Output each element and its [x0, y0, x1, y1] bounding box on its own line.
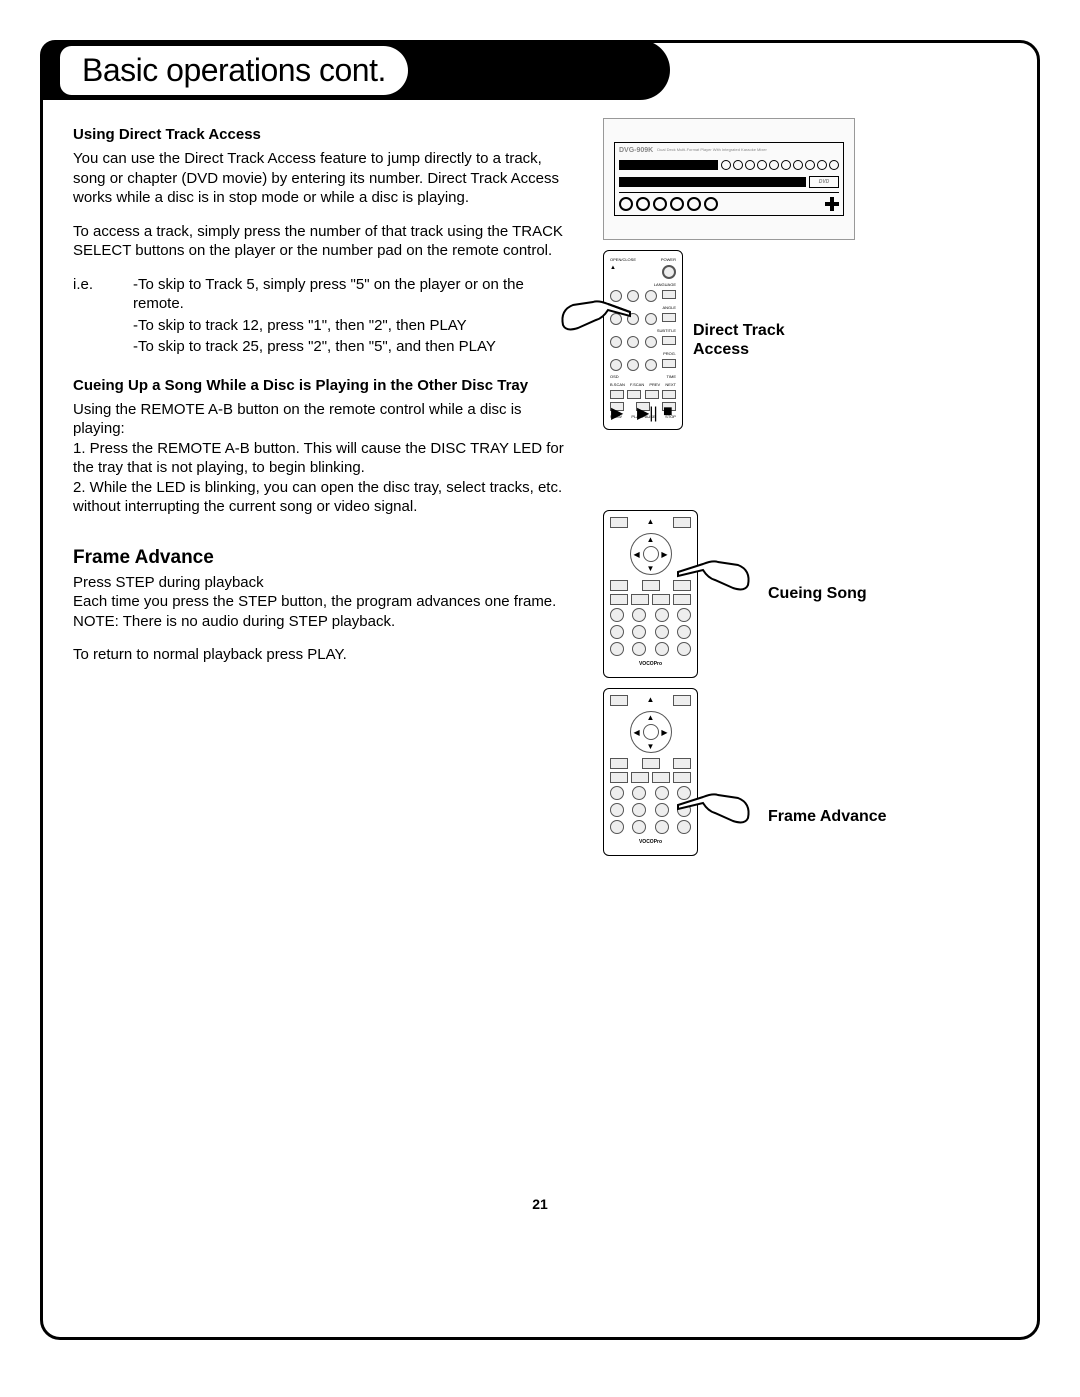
- remote-label: STOP: [665, 414, 676, 419]
- remote-diagram: ▲ ▲▼◀▶ VOCOPro: [603, 510, 698, 678]
- section-tab: Basic operations cont.: [40, 40, 670, 100]
- example-text: -To skip to track 25, press "2", then "5…: [133, 337, 573, 357]
- remote-label: LANGUAGE: [610, 282, 676, 287]
- remote-diagram: OPEN/CLOSE POWER ▲ LANGUAGE ANGLE SUBTIT…: [603, 250, 683, 430]
- remote-label: SUBTITLE: [610, 328, 676, 333]
- remote-label: B.SCAN: [610, 382, 625, 387]
- heading-frame-advance: Frame Advance: [73, 547, 573, 569]
- paragraph: You can use the Direct Track Access feat…: [73, 149, 573, 208]
- page-content: Using Direct Track Access You can use th…: [73, 118, 1007, 876]
- example-row: -To skip to track 25, press "2", then "5…: [73, 337, 573, 357]
- page-number: 21: [73, 1196, 1007, 1212]
- text-column: Using Direct Track Access You can use th…: [73, 118, 573, 876]
- remote-label: TIME: [666, 374, 676, 379]
- paragraph: To access a track, simply press the numb…: [73, 222, 573, 261]
- player-diagram: DVG-909K Dual Deck Multi-Format Player W…: [603, 118, 855, 240]
- remote-label: PLAY/PAUSE: [631, 414, 655, 419]
- paragraph: To return to normal playback press PLAY.: [73, 645, 573, 665]
- manual-page: Basic operations cont. Using Direct Trac…: [40, 40, 1040, 1340]
- remote-label: OSD: [610, 374, 619, 379]
- figure-caption: Frame Advance: [768, 807, 887, 826]
- example-label: i.e.: [73, 275, 133, 314]
- example-text: -To skip to Track 5, simply press "5" on…: [133, 275, 573, 314]
- remote-label: F.SCAN: [630, 382, 644, 387]
- remote-label: PROG.: [610, 351, 676, 356]
- remote-label: POWER: [661, 257, 676, 262]
- paragraph: NOTE: There is no audio during STEP play…: [73, 612, 573, 632]
- remote-brand: VOCOPro: [610, 839, 691, 845]
- paragraph: Each time you press the STEP button, the…: [73, 592, 573, 612]
- figure-caption: Cueing Song: [768, 584, 867, 603]
- figure-direct-track: OPEN/CLOSE POWER ▲ LANGUAGE ANGLE SUBTIT…: [603, 250, 1007, 430]
- paragraph: Using the REMOTE A-B button on the remot…: [73, 400, 573, 439]
- player-desc: Dual Deck Multi-Format Player With Integ…: [657, 147, 767, 154]
- paragraph: 1. Press the REMOTE A-B button. This wil…: [73, 439, 573, 478]
- remote-brand: VOCOPro: [610, 661, 691, 667]
- remote-label: ANGLE: [610, 305, 676, 310]
- example-row: i.e. -To skip to Track 5, simply press "…: [73, 275, 573, 314]
- illustration-column: DVG-909K Dual Deck Multi-Format Player W…: [603, 118, 1007, 876]
- section-title: Basic operations cont.: [60, 46, 408, 95]
- example-text: -To skip to track 12, press "1", then "2…: [133, 316, 573, 336]
- remote-label: SLOW: [610, 414, 622, 419]
- heading-cueing: Cueing Up a Song While a Disc is Playing…: [73, 377, 573, 394]
- remote-label: PREV: [649, 382, 660, 387]
- figure-frame-advance: ▲ ▲▼◀▶ VOCOPro Frame Advance: [603, 688, 1007, 856]
- figure-caption: Direct Track Access: [693, 321, 785, 359]
- figure-cueing: ▲ ▲▼◀▶ VOCOPro Cueing Song: [603, 510, 1007, 678]
- paragraph: Press STEP during playback: [73, 573, 573, 593]
- player-model: DVG-909K: [619, 147, 653, 154]
- example-row: -To skip to track 12, press "1", then "2…: [73, 316, 573, 336]
- remote-label: NEXT: [665, 382, 676, 387]
- heading-direct-track: Using Direct Track Access: [73, 126, 573, 143]
- paragraph: 2. While the LED is blinking, you can op…: [73, 478, 573, 517]
- remote-diagram: ▲ ▲▼◀▶ VOCOPro: [603, 688, 698, 856]
- remote-label: OPEN/CLOSE: [610, 257, 636, 262]
